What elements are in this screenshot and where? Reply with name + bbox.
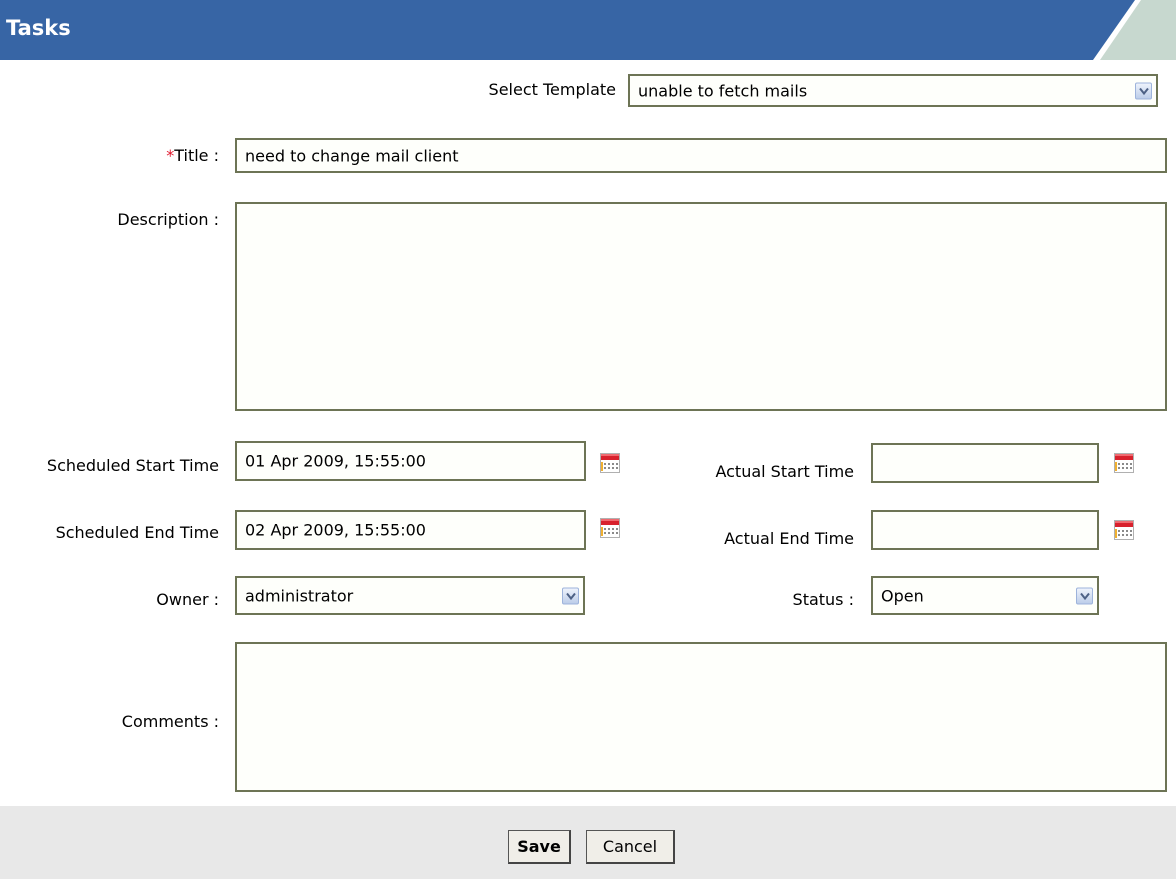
- actual-end-label: Actual End Time: [724, 529, 854, 548]
- title-label-text: Title :: [174, 146, 219, 165]
- calendar-icon[interactable]: [600, 453, 620, 473]
- header-bar: [0, 0, 1135, 60]
- template-label: Select Template: [488, 80, 616, 99]
- status-select-value: Open: [881, 586, 924, 605]
- scheduled-end-value: 02 Apr 2009, 15:55:00: [245, 520, 426, 540]
- scheduled-end-input[interactable]: 02 Apr 2009, 15:55:00: [235, 510, 586, 550]
- owner-select[interactable]: administrator: [235, 576, 585, 615]
- template-select-value: unable to fetch mails: [638, 81, 808, 100]
- form-footer: Save Cancel: [0, 806, 1176, 879]
- calendar-icon[interactable]: [1114, 520, 1134, 540]
- template-select[interactable]: unable to fetch mails: [628, 74, 1158, 107]
- chevron-down-icon[interactable]: [1076, 587, 1093, 604]
- page-header: Tasks: [0, 0, 1176, 60]
- chevron-down-icon[interactable]: [562, 587, 579, 604]
- page-title: Tasks: [6, 16, 71, 40]
- comments-textarea[interactable]: [235, 642, 1167, 792]
- owner-select-value: administrator: [245, 586, 354, 605]
- owner-label: Owner :: [156, 590, 219, 609]
- title-input[interactable]: need to change mail client: [235, 138, 1167, 173]
- title-label: *Title :: [166, 146, 219, 165]
- calendar-icon[interactable]: [600, 518, 620, 538]
- title-input-value: need to change mail client: [245, 146, 459, 165]
- actual-start-label: Actual Start Time: [715, 462, 854, 481]
- scheduled-start-label: Scheduled Start Time: [46, 456, 219, 475]
- status-label: Status :: [792, 590, 854, 609]
- scheduled-end-label: Scheduled End Time: [55, 523, 219, 542]
- calendar-icon[interactable]: [1114, 453, 1134, 473]
- comments-label: Comments :: [121, 712, 219, 731]
- description-textarea[interactable]: [235, 202, 1167, 411]
- scheduled-start-value: 01 Apr 2009, 15:55:00: [245, 451, 426, 471]
- save-button[interactable]: Save: [508, 830, 571, 864]
- description-label: Description :: [117, 210, 219, 229]
- status-select[interactable]: Open: [871, 576, 1099, 615]
- chevron-down-icon[interactable]: [1135, 82, 1152, 99]
- actual-end-input[interactable]: [871, 510, 1099, 550]
- scheduled-start-input[interactable]: 01 Apr 2009, 15:55:00: [235, 441, 586, 481]
- cancel-button[interactable]: Cancel: [586, 830, 675, 864]
- actual-start-input[interactable]: [871, 443, 1099, 483]
